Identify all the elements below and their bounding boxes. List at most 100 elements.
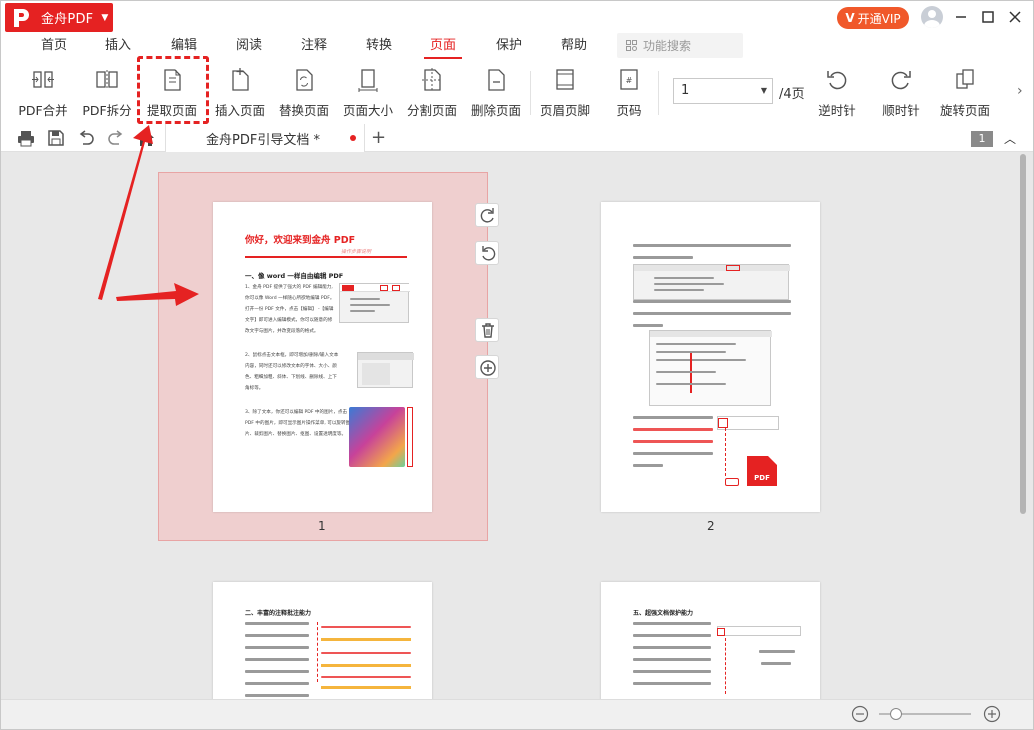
menu-read[interactable]: 阅读 [236,37,262,59]
replace-page-icon [292,67,316,93]
zoom-out-icon[interactable] [851,705,869,723]
page1-rule [245,256,407,258]
title-bar: 金舟PDF ▼ V 开通VIP [1,1,1033,35]
print-icon[interactable] [17,129,35,147]
page-thumbnail-1[interactable]: 你好，欢迎来到金舟 PDF 操作步骤说明 一、像 word 一样自由编辑 PDF… [213,202,432,512]
insert-page-icon [228,67,252,93]
close-icon[interactable] [1005,7,1025,27]
maximize-icon[interactable] [978,7,998,27]
dropdown-arrow-icon[interactable]: ▼ [761,79,767,103]
header-footer-icon [553,67,577,93]
menu-home[interactable]: 首页 [41,37,67,59]
vip-label: 开通VIP [857,11,901,26]
annotation-highlight-box [137,56,209,124]
menu-protect[interactable]: 保护 [496,37,522,59]
save-icon[interactable] [47,129,65,147]
plus-icon [480,360,496,376]
app-window: { "app": {"name": "金舟PDF", "vip_label": … [0,0,1034,730]
page1-subtitle: 操作步骤说明 [341,249,372,255]
home-icon[interactable] [137,129,155,147]
replace-page-button[interactable]: 替换页面 [278,67,330,119]
page2-pointer-line [725,428,726,476]
rotate-cw-icon [889,67,913,93]
grid-search-icon [626,39,638,52]
pdf-file-label: PDF [754,474,770,482]
chevron-down-icon: ▼ [101,12,109,23]
minimize-icon[interactable] [951,7,971,27]
svg-text:#: # [626,76,633,85]
menu-insert[interactable]: 插入 [105,37,131,59]
add-tab-icon[interactable]: + [371,127,386,148]
page1-screenshot-text [357,352,414,388]
app-logo-icon [10,7,32,29]
vip-icon: V [845,11,855,25]
merge-icon [31,67,55,93]
tool-label: 旋转页面 [939,103,990,118]
chevron-right-icon[interactable]: › [1017,83,1023,99]
app-menu-button[interactable]: 金舟PDF ▼ [5,3,113,32]
tool-label: 页眉页脚 [539,103,590,118]
trash-icon [482,323,494,338]
page2-screenshot-2 [649,330,772,406]
add-page-side-button[interactable] [475,355,499,379]
tool-label: 删除页面 [470,103,521,118]
page-thumbnail-4[interactable]: 五、超强文档保护能力 [601,582,820,699]
page-thumbnail-3[interactable]: 二、丰富的注释批注能力 [213,582,432,699]
rotate-cw-page-button[interactable] [475,203,499,227]
chevron-up-icon[interactable]: ︿ [1004,130,1016,147]
vip-button[interactable]: V 开通VIP [837,7,909,29]
page1-para2: 2、鼠标点击文本框，即可增加/删除/输入文本 内容，同时还可以修改文本的字体、大小… [245,353,339,391]
rotate-page-button[interactable]: 旋转页面 [939,67,991,119]
menu-convert[interactable]: 转换 [366,37,392,59]
scrollbar-thumb[interactable] [1020,154,1026,514]
header-footer-button[interactable]: 页眉页脚 [539,67,591,119]
page1-section1: 一、像 word 一样自由编辑 PDF [245,272,344,280]
page-number-button[interactable]: # 页码 [611,67,647,119]
delete-page-side-button[interactable] [475,318,499,342]
split-page-icon [420,67,444,93]
page-thumbnail-viewer[interactable]: 你好，欢迎来到金舟 PDF 操作步骤说明 一、像 word 一样自由编辑 PDF… [1,152,1033,699]
zoom-slider-handle[interactable] [890,708,902,720]
page-size-icon [356,67,380,93]
page1-screenshot-editor [339,283,410,323]
rotate-ccw-page-button[interactable] [475,241,499,265]
rotate-page-icon [953,67,977,93]
delete-page-button[interactable]: 删除页面 [470,67,522,119]
divider [658,71,659,115]
page-number-value: 1 [681,83,690,98]
rotate-cw-button[interactable]: 顺时针 [877,67,925,119]
zoom-in-icon[interactable] [983,705,1001,723]
page-total: /4页 [779,87,805,102]
page1-title: 你好，欢迎来到金舟 PDF [245,235,356,246]
tab-document[interactable]: 金舟PDF引导文档 * [165,124,365,152]
page-size-button[interactable]: 页面大小 [342,67,394,119]
menu-annotate[interactable]: 注释 [301,37,327,59]
redo-icon[interactable] [107,129,125,147]
page-number-input[interactable]: 1 ▼ [673,78,773,104]
split-icon [95,67,119,93]
page4-section: 五、超强文档保护能力 [633,610,694,617]
tool-label: 替换页面 [278,103,329,118]
page1-image-menu [407,407,413,467]
tool-label: 页面大小 [342,103,393,118]
menu-page[interactable]: 页面 [424,37,462,59]
split-page-button[interactable]: 分割页面 [406,67,458,119]
rotate-ccw-button[interactable]: 逆时针 [813,67,861,119]
avatar[interactable] [921,6,943,28]
tool-label: 插入页面 [214,103,265,118]
tool-label: 顺时针 [882,103,920,118]
page2-callout [725,478,739,486]
function-search-input[interactable]: 功能搜索 [617,33,743,58]
page-thumbnail-2[interactable]: PDF [601,202,820,512]
delete-page-icon [484,67,508,93]
tool-label: PDF合并 [18,103,68,118]
document-tab-bar: 金舟PDF引导文档 * + 1 ︿ [1,124,1033,152]
pdf-split-button[interactable]: PDF拆分 [82,67,132,119]
menu-help[interactable]: 帮助 [561,37,587,59]
undo-icon[interactable] [77,129,95,147]
vertical-scrollbar[interactable] [1018,152,1029,699]
pdf-merge-button[interactable]: PDF合并 [18,67,68,119]
insert-page-button[interactable]: 插入页面 [214,67,266,119]
page1-dragon-image [349,407,405,467]
divider [530,71,531,115]
